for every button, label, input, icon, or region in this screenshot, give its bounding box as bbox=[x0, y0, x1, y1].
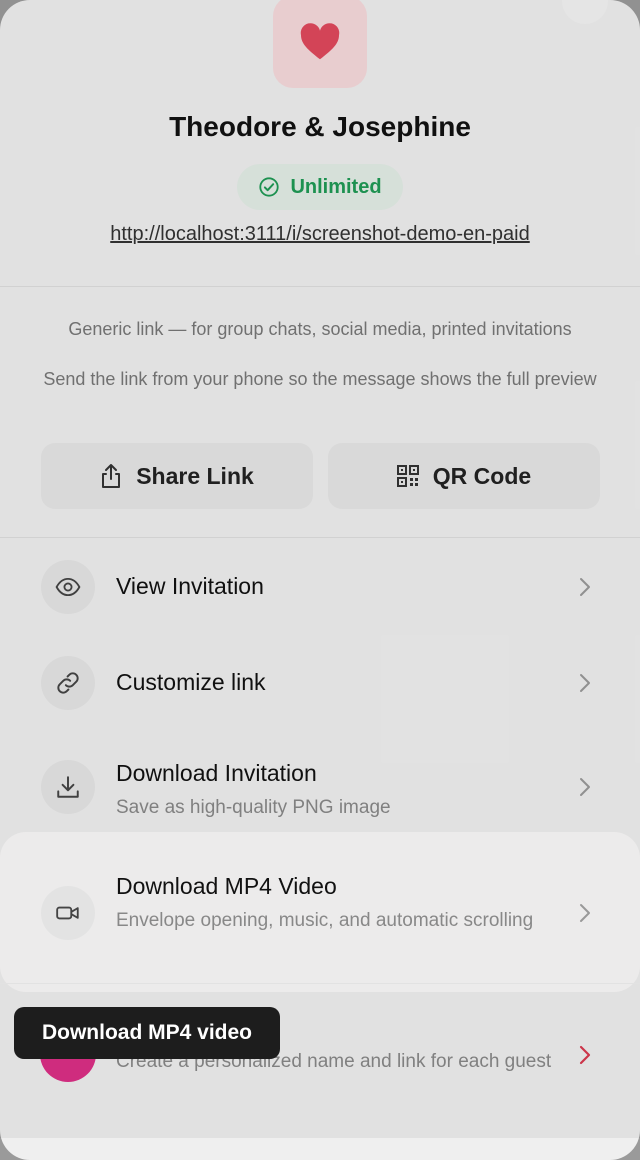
icon-circle bbox=[41, 560, 95, 614]
menu-item-subtitle: Save as high-quality PNG image bbox=[116, 797, 391, 818]
qr-code-label: QR Code bbox=[432, 462, 532, 489]
icon-circle bbox=[41, 760, 95, 814]
icon-circle bbox=[41, 656, 95, 710]
chevron-right-icon bbox=[580, 578, 590, 596]
menu-item-download-mp4-video[interactable]: Download MP4 Video Envelope opening, mus… bbox=[0, 832, 640, 992]
menu-item-title: Download MP4 Video bbox=[116, 873, 337, 899]
chevron-right-icon bbox=[580, 904, 590, 922]
video-camera-icon bbox=[56, 906, 79, 920]
page-title: Theodore & Josephine bbox=[169, 111, 471, 142]
status-badge-label: Unlimited bbox=[290, 175, 382, 198]
check-circle-icon bbox=[259, 177, 280, 197]
close-button[interactable] bbox=[562, 0, 608, 24]
divider bbox=[0, 286, 640, 287]
menu-item-view-invitation[interactable]: View Invitation bbox=[0, 540, 640, 634]
eye-icon bbox=[55, 577, 81, 597]
menu-item-title: Customize link bbox=[116, 669, 266, 695]
chevron-right-icon bbox=[579, 1045, 591, 1065]
invitation-thumbnail bbox=[273, 0, 367, 88]
invitation-link[interactable]: http://localhost:3111/i/screenshot-demo-… bbox=[0, 223, 640, 246]
heart-icon bbox=[300, 23, 340, 60]
chevron-right-icon bbox=[580, 778, 590, 796]
menu-item-title: View Invitation bbox=[116, 573, 264, 599]
generic-link-hint: Generic link — for group chats, social m… bbox=[68, 319, 572, 339]
qr-code-icon bbox=[396, 465, 419, 487]
link-icon bbox=[57, 672, 79, 694]
menu-item-title: Download Invitation bbox=[116, 760, 317, 786]
phone-share-hint: Send the link from your phone so the mes… bbox=[43, 369, 597, 389]
divider bbox=[0, 983, 640, 984]
share-icon bbox=[102, 464, 121, 488]
share-link-button[interactable]: Share Link bbox=[41, 443, 313, 509]
tooltip-text: Download MP4 video bbox=[41, 1021, 253, 1044]
status-badge: Unlimited bbox=[237, 164, 403, 210]
chevron-right-icon bbox=[580, 674, 590, 692]
share-link-label: Share Link bbox=[136, 462, 254, 489]
download-icon bbox=[57, 776, 79, 798]
tooltip: Download MP4 video bbox=[14, 1007, 280, 1059]
qr-code-button[interactable]: QR Code bbox=[328, 443, 600, 509]
menu-item-download-invitation[interactable]: Download Invitation Save as high-quality… bbox=[0, 732, 640, 832]
menu-item-subtitle: Envelope opening, music, and automatic s… bbox=[116, 910, 534, 931]
divider bbox=[0, 537, 640, 538]
menu-item-customize-link[interactable]: Customize link bbox=[0, 636, 640, 730]
icon-circle bbox=[41, 886, 95, 940]
